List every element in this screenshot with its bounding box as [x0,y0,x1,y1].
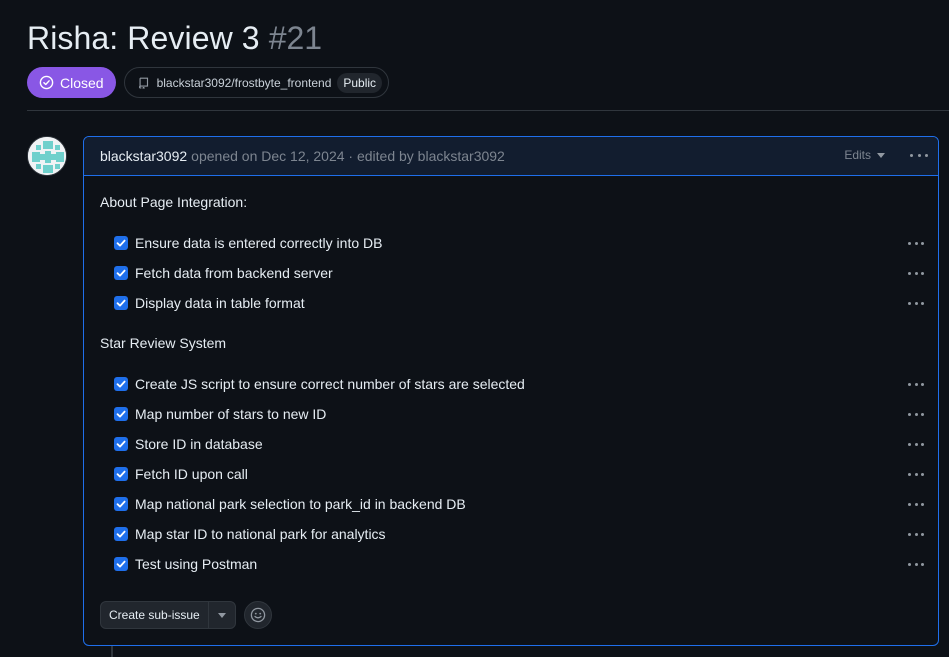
header-divider [27,110,949,111]
task-item: Map number of stars to new ID [100,399,938,429]
visibility-badge: Public [337,72,383,93]
author-link[interactable]: blackstar3092 [100,148,187,164]
section-title: Star Review System [100,335,227,351]
task-checkbox[interactable] [114,236,128,250]
issue-closed-icon [39,75,54,90]
create-sub-issue-dropdown[interactable] [209,602,235,628]
smiley-icon [250,607,265,623]
task-label: Display data in table format [135,295,305,311]
task-checkbox[interactable] [114,527,128,541]
check-icon [116,380,126,388]
edits-label: Edits [844,148,871,162]
comment-footer: Create sub-issue [100,601,272,629]
task-options-kebab-icon[interactable] [908,502,924,506]
check-icon [116,440,126,448]
task-options-kebab-icon[interactable] [908,241,924,245]
issue-title: Risha: Review 3 [27,20,260,56]
task-item: Ensure data is entered correctly into DB [100,228,938,258]
task-item: Test using Postman [100,549,938,579]
task-item: Create JS script to ensure correct numbe… [100,369,938,399]
task-options-kebab-icon[interactable] [908,532,924,536]
comment-actions-kebab-icon[interactable] [910,146,928,164]
check-icon [116,560,126,568]
state-label: Closed [60,74,104,91]
check-icon [116,470,126,478]
task-label: Fetch ID upon call [135,466,248,482]
task-item: Map national park selection to park_id i… [100,489,938,519]
task-options-kebab-icon[interactable] [908,472,924,476]
edits-dropdown[interactable]: Edits [844,148,885,162]
comment-header: blackstar3092 opened on Dec 12, 2024 · e… [84,137,938,176]
issue-title-row: Risha: Review 3 #21 [27,20,322,57]
issue-body-comment: blackstar3092 opened on Dec 12, 2024 · e… [83,136,939,646]
state-badge: Closed [27,67,116,98]
add-reaction-button[interactable] [243,601,272,629]
repo-icon [138,77,148,89]
task-label: Fetch data from backend server [135,265,333,281]
task-label: Ensure data is entered correctly into DB [135,235,383,251]
comment-meta: opened on Dec 12, 2024 · edited by black… [191,148,505,164]
check-icon [116,269,126,277]
task-label: Map national park selection to park_id i… [135,496,466,512]
chevron-down-icon [877,152,885,158]
timeline-line [111,646,113,657]
task-item: Map star ID to national park for analyti… [100,519,938,549]
create-sub-issue-button[interactable]: Create sub-issue [101,602,209,628]
task-checkbox[interactable] [114,437,128,451]
issue-number: #21 [268,20,323,56]
task-label: Create JS script to ensure correct numbe… [135,376,525,392]
task-label: Store ID in database [135,436,263,452]
task-options-kebab-icon[interactable] [908,382,924,386]
task-item: Display data in table format [100,288,938,318]
chevron-down-icon [217,612,226,618]
repo-name: blackstar3092/frostbyte_frontend [156,75,332,90]
task-checkbox[interactable] [114,296,128,310]
task-item: Fetch ID upon call [100,459,938,489]
avatar[interactable] [27,136,67,176]
task-item: Fetch data from backend server [100,258,938,288]
check-icon [116,530,126,538]
task-checkbox[interactable] [114,467,128,481]
create-sub-issue-split-button: Create sub-issue [100,601,236,629]
task-options-kebab-icon[interactable] [908,271,924,275]
task-checkbox[interactable] [114,377,128,391]
check-icon [116,500,126,508]
check-icon [116,410,126,418]
check-icon [116,299,126,307]
task-checkbox[interactable] [114,407,128,421]
task-checkbox[interactable] [114,497,128,511]
task-options-kebab-icon[interactable] [908,562,924,566]
issue-page: Risha: Review 3 #21 Closed blackstar3092… [0,0,949,657]
identicon [28,137,66,175]
task-label: Map star ID to national park for analyti… [135,526,386,542]
task-options-kebab-icon[interactable] [908,442,924,446]
task-checkbox[interactable] [114,557,128,571]
check-icon [116,239,126,247]
task-options-kebab-icon[interactable] [908,301,924,305]
task-checkbox[interactable] [114,266,128,280]
task-label: Test using Postman [135,556,258,572]
repo-link[interactable]: blackstar3092/frostbyte_frontend Public [123,67,390,98]
task-item: Store ID in database [100,429,938,459]
task-label: Map number of stars to new ID [135,406,327,422]
section-title: About Page Integration: [100,194,248,210]
issue-meta-row: Closed blackstar3092/frostbyte_frontend … [27,67,390,98]
task-options-kebab-icon[interactable] [908,412,924,416]
